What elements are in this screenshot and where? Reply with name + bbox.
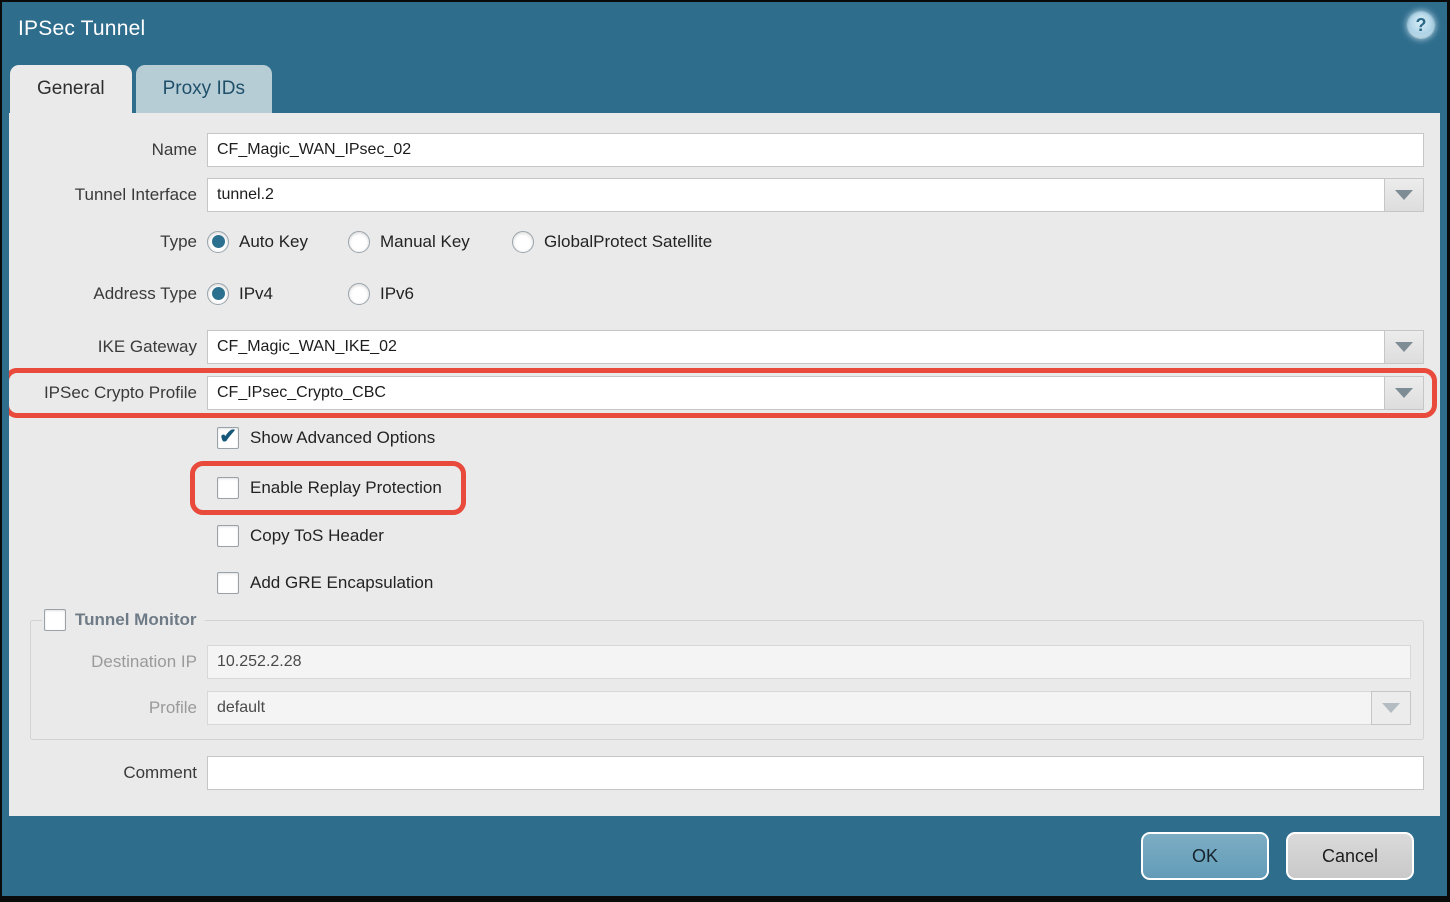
ipsec-crypto-profile-label: IPSec Crypto Profile bbox=[9, 383, 207, 403]
ok-button[interactable]: OK bbox=[1141, 832, 1269, 880]
comment-input[interactable] bbox=[207, 756, 1424, 790]
address-type-row: Address Type IPv4 IPv6 bbox=[9, 280, 1424, 307]
add-gre-encapsulation-row: Add GRE Encapsulation bbox=[217, 570, 1424, 596]
name-input[interactable] bbox=[207, 133, 1424, 167]
tab-strip: General Proxy IDs bbox=[2, 58, 1447, 113]
profile-label: Profile bbox=[31, 698, 207, 718]
show-advanced-options-label: Show Advanced Options bbox=[250, 428, 435, 448]
ike-gateway-label: IKE Gateway bbox=[9, 337, 207, 357]
dialog-title: IPSec Tunnel bbox=[18, 17, 145, 41]
help-icon[interactable]: ? bbox=[1407, 11, 1435, 39]
cancel-button[interactable]: Cancel bbox=[1286, 832, 1414, 880]
destination-ip-input bbox=[207, 645, 1411, 679]
ike-gateway-dropdown-button[interactable] bbox=[1384, 330, 1424, 364]
radio-ipv6-label: IPv6 bbox=[380, 284, 414, 304]
radio-auto-key[interactable] bbox=[207, 231, 229, 253]
highlight-annotation-replay-protection: Enable Replay Protection bbox=[190, 461, 466, 515]
comment-row: Comment bbox=[9, 756, 1424, 790]
checkbox-copy-tos-header[interactable] bbox=[217, 525, 239, 547]
ipsec-crypto-profile-row: IPSec Crypto Profile bbox=[9, 376, 1424, 410]
type-row: Type Auto Key Manual Key GlobalProtect S… bbox=[9, 228, 1424, 255]
checkbox-enable-replay-protection[interactable] bbox=[217, 477, 239, 499]
ipsec-crypto-profile-dropdown-button[interactable] bbox=[1384, 376, 1424, 410]
dialog-footer: OK Cancel bbox=[2, 816, 1447, 896]
profile-input bbox=[207, 691, 1371, 725]
tab-proxy-ids[interactable]: Proxy IDs bbox=[136, 65, 272, 113]
show-advanced-options-row: ✔ Show Advanced Options bbox=[217, 425, 1424, 451]
chevron-down-icon bbox=[1395, 388, 1413, 398]
address-type-label: Address Type bbox=[9, 284, 207, 304]
copy-tos-header-row: Copy ToS Header bbox=[217, 523, 1424, 549]
tab-general[interactable]: General bbox=[10, 65, 132, 113]
tunnel-interface-label: Tunnel Interface bbox=[9, 185, 207, 205]
radio-ipv4[interactable] bbox=[207, 283, 229, 305]
tunnel-monitor-label: Tunnel Monitor bbox=[75, 610, 197, 630]
ipsec-tunnel-dialog: IPSec Tunnel ? General Proxy IDs Name Tu… bbox=[0, 0, 1450, 902]
enable-replay-protection-row: Enable Replay Protection bbox=[217, 474, 442, 502]
profile-row: Profile bbox=[31, 691, 1411, 725]
comment-label: Comment bbox=[9, 763, 207, 783]
ike-gateway-row: IKE Gateway bbox=[9, 330, 1424, 364]
profile-dropdown-button bbox=[1371, 691, 1411, 725]
tunnel-monitor-section: Tunnel Monitor Destination IP Profile bbox=[30, 609, 1424, 740]
ike-gateway-input[interactable] bbox=[207, 330, 1384, 364]
checkbox-show-advanced-options[interactable]: ✔ bbox=[217, 427, 239, 449]
radio-manual-key[interactable] bbox=[348, 231, 370, 253]
radio-ipv6[interactable] bbox=[348, 283, 370, 305]
tunnel-interface-row: Tunnel Interface bbox=[9, 178, 1424, 212]
tunnel-interface-input[interactable] bbox=[207, 178, 1384, 212]
tunnel-monitor-legend: Tunnel Monitor bbox=[42, 609, 205, 631]
dialog-titlebar: IPSec Tunnel ? bbox=[2, 2, 1447, 58]
check-icon: ✔ bbox=[219, 426, 237, 447]
add-gre-encapsulation-label: Add GRE Encapsulation bbox=[250, 573, 433, 593]
checkbox-tunnel-monitor[interactable] bbox=[44, 609, 66, 631]
name-row: Name bbox=[9, 133, 1424, 167]
chevron-down-icon bbox=[1395, 342, 1413, 352]
general-tab-panel: Name Tunnel Interface Type Auto Key bbox=[9, 113, 1440, 816]
checkbox-add-gre-encapsulation[interactable] bbox=[217, 572, 239, 594]
radio-auto-key-label: Auto Key bbox=[239, 232, 308, 252]
radio-globalprotect-satellite-label: GlobalProtect Satellite bbox=[544, 232, 712, 252]
ipsec-crypto-profile-input[interactable] bbox=[207, 376, 1384, 410]
copy-tos-header-label: Copy ToS Header bbox=[250, 526, 384, 546]
radio-ipv4-label: IPv4 bbox=[239, 284, 273, 304]
tunnel-interface-dropdown-button[interactable] bbox=[1384, 178, 1424, 212]
name-label: Name bbox=[9, 140, 207, 160]
type-label: Type bbox=[9, 232, 207, 252]
radio-globalprotect-satellite[interactable] bbox=[512, 231, 534, 253]
destination-ip-row: Destination IP bbox=[31, 645, 1411, 679]
destination-ip-label: Destination IP bbox=[31, 652, 207, 672]
radio-manual-key-label: Manual Key bbox=[380, 232, 470, 252]
highlight-annotation-ipsec-crypto: IPSec Crypto Profile bbox=[9, 368, 1437, 418]
enable-replay-protection-label: Enable Replay Protection bbox=[250, 478, 442, 498]
chevron-down-icon bbox=[1395, 190, 1413, 200]
chevron-down-icon bbox=[1382, 703, 1400, 713]
